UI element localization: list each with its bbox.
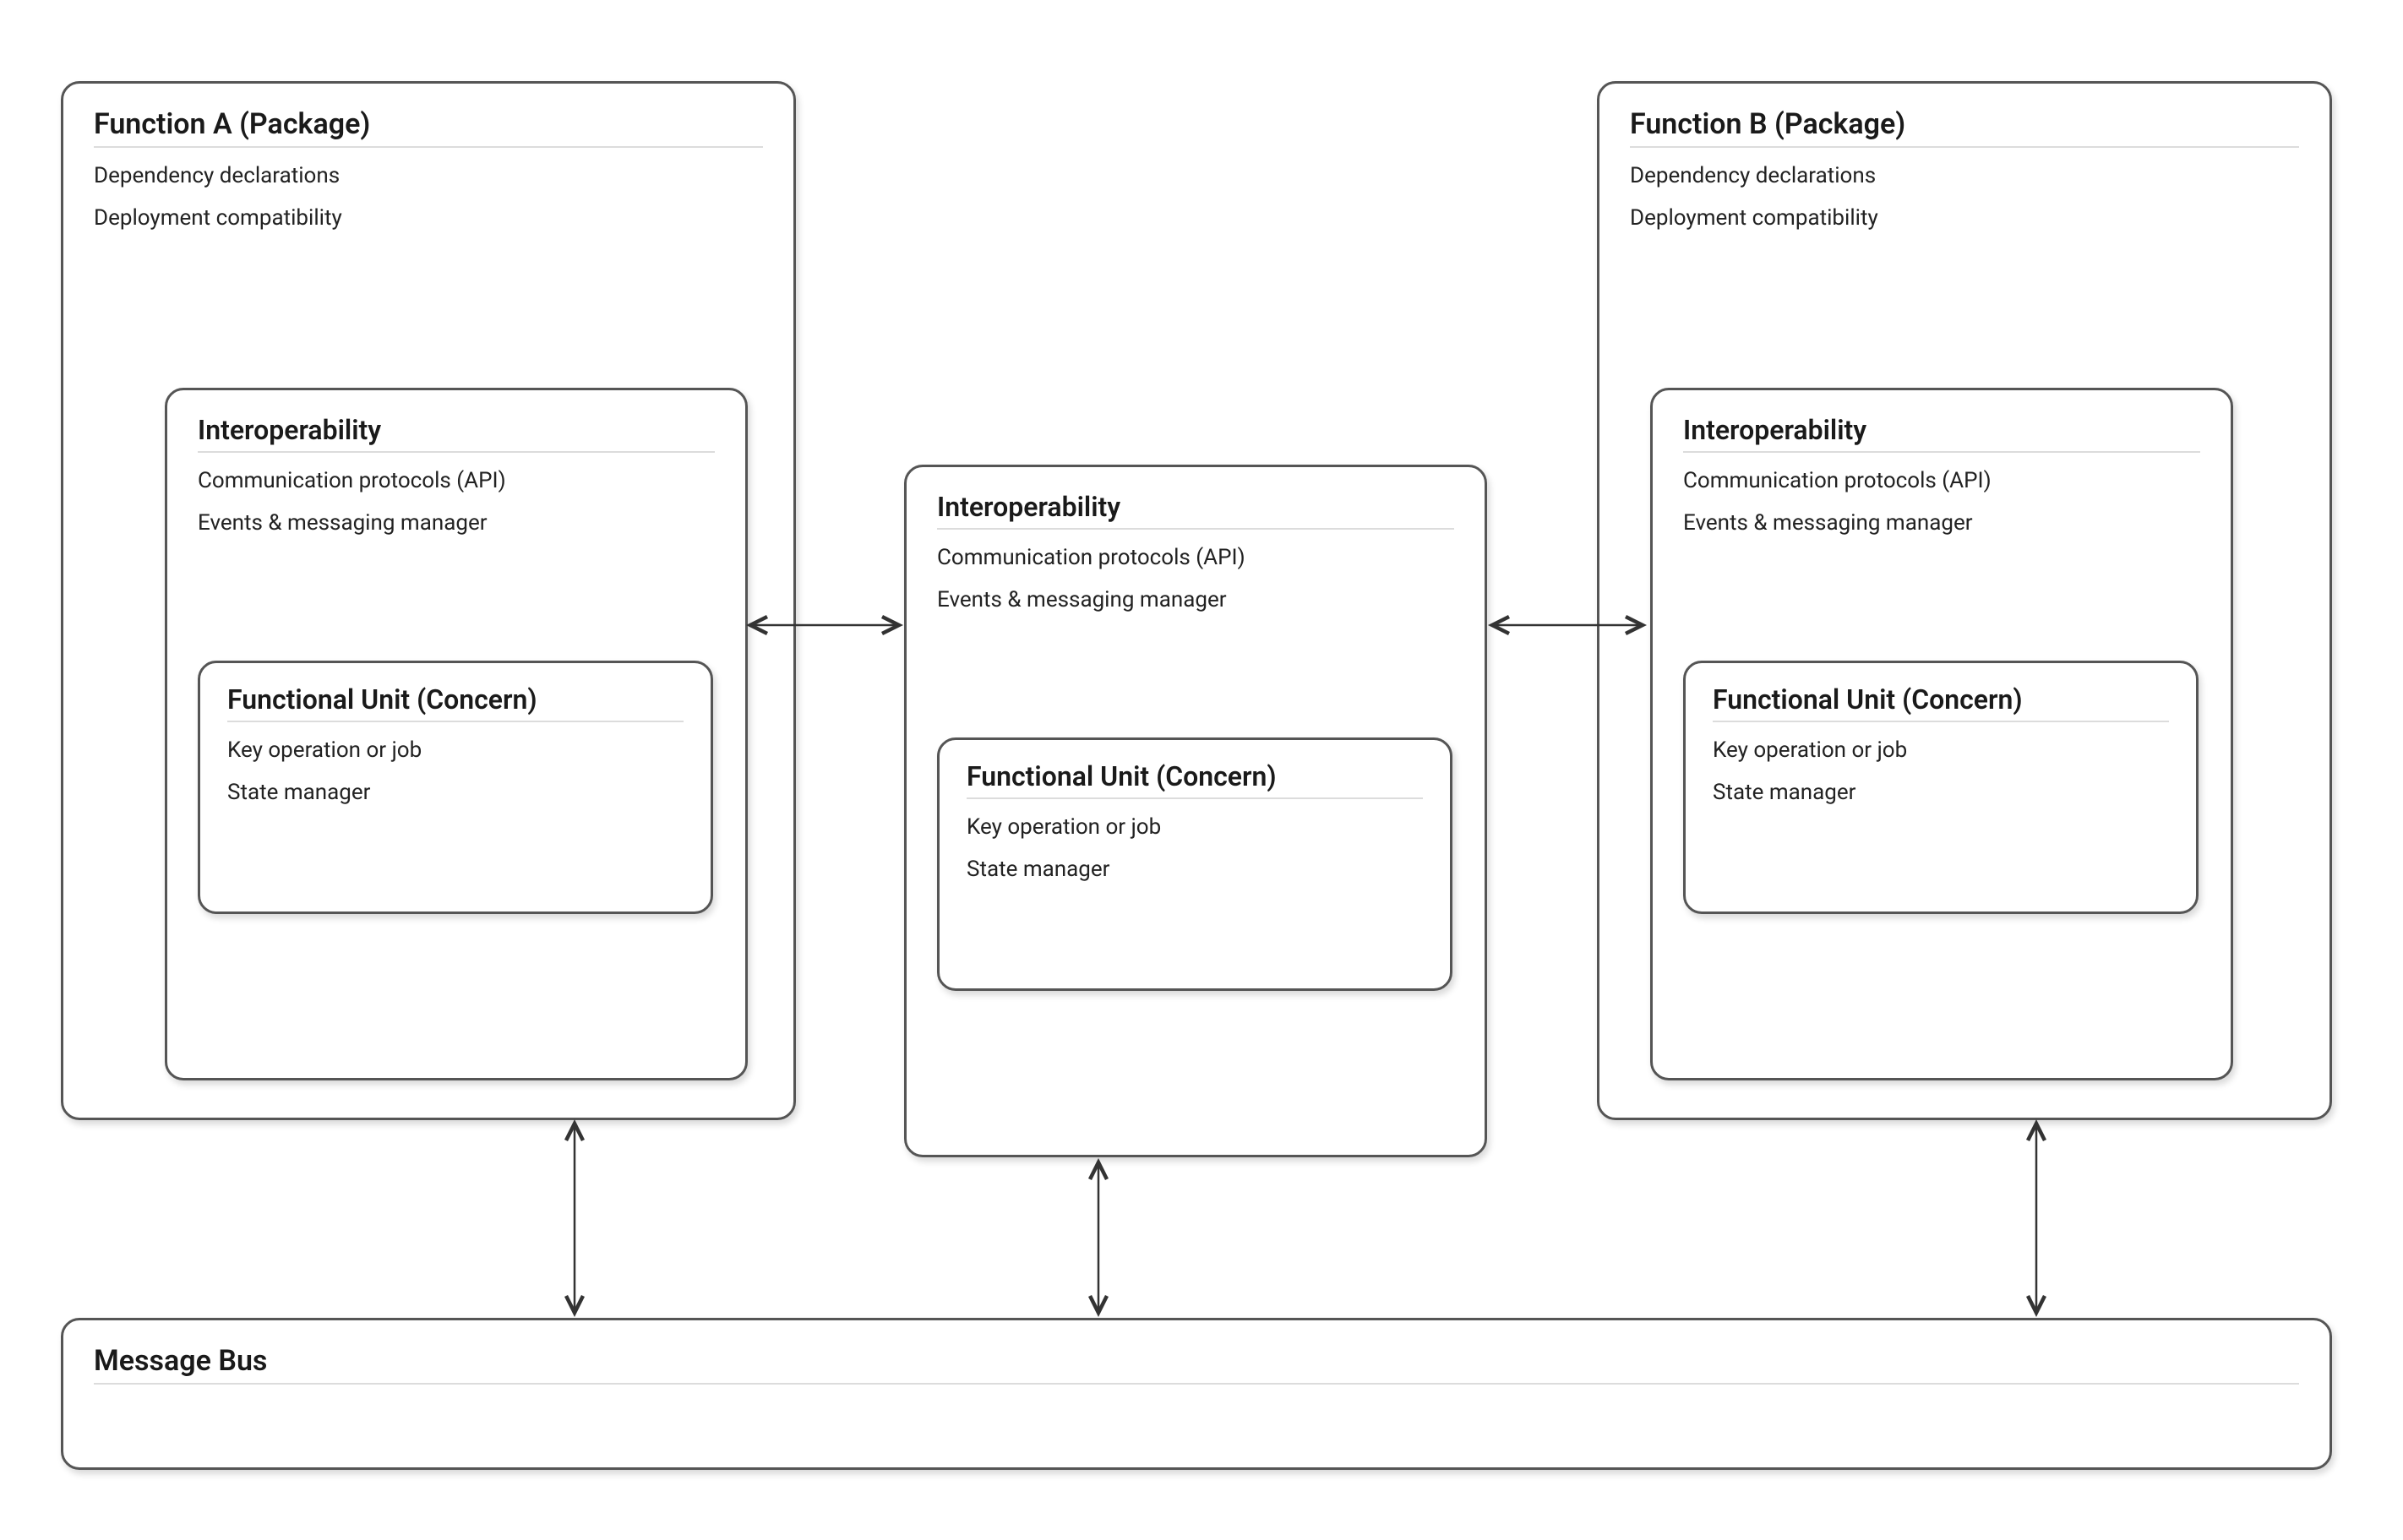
functional-unit-a: Functional Unit (Concern) Key operation … [198, 661, 713, 914]
functional-unit-b-title: Functional Unit (Concern) [1713, 683, 2169, 716]
divider [937, 528, 1454, 530]
function-b-item-1: Dependency declarations [1630, 163, 2299, 188]
interop-b-item-1: Communication protocols (API) [1683, 468, 2200, 493]
functional-unit-b-item-1: Key operation or job [1713, 737, 2169, 763]
interop-middle-item-1: Communication protocols (API) [937, 545, 1454, 570]
functional-unit-a-item-1: Key operation or job [227, 737, 684, 763]
functional-unit-middle-title: Functional Unit (Concern) [967, 760, 1423, 792]
function-a-title: Function A (Package) [94, 107, 763, 141]
function-a-package: Function A (Package) Dependency declarat… [61, 81, 796, 1120]
interop-b-item-2: Events & messaging manager [1683, 510, 2200, 536]
functional-unit-b: Functional Unit (Concern) Key operation … [1683, 661, 2199, 914]
function-b-item-2: Deployment compatibility [1630, 205, 2299, 231]
divider [94, 1383, 2299, 1385]
message-bus-title: Message Bus [94, 1344, 2299, 1378]
functional-unit-b-item-2: State manager [1713, 780, 2169, 805]
interop-middle: Interoperability Communication protocols… [904, 465, 1487, 1157]
function-b-package: Function B (Package) Dependency declarat… [1597, 81, 2332, 1120]
functional-unit-middle: Functional Unit (Concern) Key operation … [937, 737, 1452, 991]
divider [94, 146, 763, 148]
message-bus: Message Bus [61, 1318, 2332, 1470]
functional-unit-middle-item-1: Key operation or job [967, 814, 1423, 840]
functional-unit-middle-item-2: State manager [967, 857, 1423, 882]
divider [198, 451, 715, 453]
interop-a-item-2: Events & messaging manager [198, 510, 715, 536]
interop-b-title: Interoperability [1683, 414, 2200, 446]
interop-middle-item-2: Events & messaging manager [937, 587, 1454, 612]
function-a-item-1: Dependency declarations [94, 163, 763, 188]
functional-unit-a-title: Functional Unit (Concern) [227, 683, 684, 716]
divider [1683, 451, 2200, 453]
functional-unit-a-item-2: State manager [227, 780, 684, 805]
divider [1630, 146, 2299, 148]
divider [227, 721, 684, 722]
divider [1713, 721, 2169, 722]
function-a-item-2: Deployment compatibility [94, 205, 763, 231]
interop-a-item-1: Communication protocols (API) [198, 468, 715, 493]
interop-a: Interoperability Communication protocols… [165, 388, 748, 1080]
interop-a-title: Interoperability [198, 414, 715, 446]
interop-b: Interoperability Communication protocols… [1650, 388, 2233, 1080]
diagram-canvas: Function A (Package) Dependency declarat… [0, 0, 2403, 1540]
divider [967, 797, 1423, 799]
interop-middle-title: Interoperability [937, 491, 1454, 523]
function-b-title: Function B (Package) [1630, 107, 2299, 141]
